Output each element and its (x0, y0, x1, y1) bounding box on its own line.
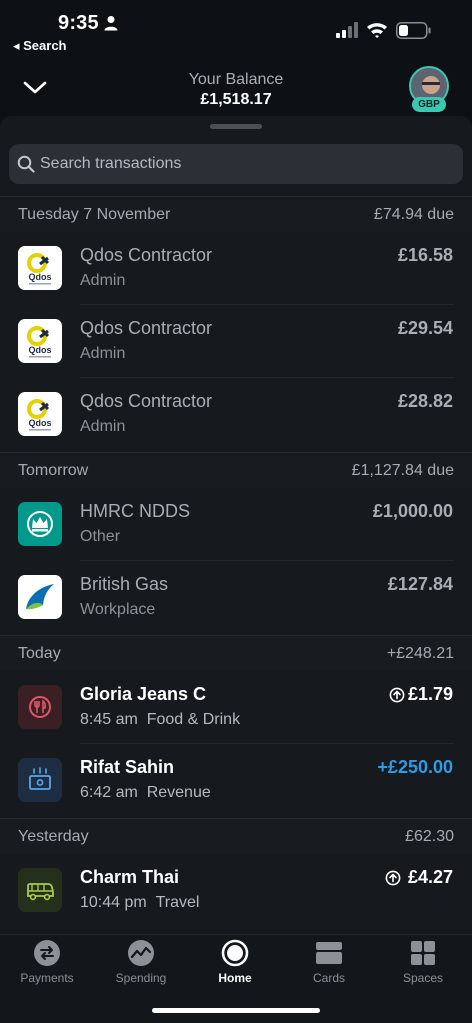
tab-label: Spending (115, 971, 167, 985)
transactions-sheet: Search transactions Tuesday 7 November £… (0, 116, 472, 934)
transaction-category: Other (80, 528, 121, 545)
transaction-row[interactable]: Charm Thai 10:44 pm Travel £4.27 (0, 854, 472, 927)
search-placeholder: Search transactions (40, 155, 182, 172)
transaction-amount: £1.79 (407, 684, 453, 704)
balance-label: Your Balance (188, 71, 284, 88)
section-header-date: Tomorrow £1,127.84 due (0, 452, 472, 488)
tab-label: Home (218, 971, 252, 985)
tab-home[interactable]: Home (188, 935, 282, 995)
currency-badge[interactable]: GBP (412, 97, 446, 112)
spending-icon (128, 940, 154, 966)
battery-icon (396, 22, 431, 39)
section-header-date: Yesterday £62.30 (0, 818, 472, 854)
transaction-time: 10:44 pm (80, 894, 147, 911)
transaction-name: Rifat Sahin (80, 757, 175, 777)
transaction-time: 6:42 am (80, 784, 138, 801)
hmrc-crown-logo-icon (18, 502, 62, 546)
transaction-amount: £4.27 (407, 867, 453, 887)
tab-spaces[interactable]: Spaces (376, 935, 470, 995)
home-indicator[interactable] (152, 1008, 320, 1013)
round-up-icon (385, 870, 401, 886)
transaction-time-category: 6:42 am Revenue (80, 784, 211, 802)
transaction-row[interactable]: Qdos Qdos Contractor Admin £29.54 (0, 305, 472, 378)
transaction-name: Charm Thai (80, 867, 180, 887)
back-to-search-link[interactable]: ◂ Search (13, 38, 67, 54)
svg-text:Qdos: Qdos (28, 272, 51, 282)
balance-value: £1,518.17 (200, 91, 272, 108)
section-header-date: Today +£248.21 (0, 635, 472, 671)
tab-label: Cards (312, 971, 345, 985)
transaction-name: British Gas (80, 574, 169, 594)
transaction-time-category: 8:45 am Food & Drink (80, 711, 240, 729)
transaction-category: Revenue (146, 784, 211, 801)
transaction-time-category: 10:44 pm Travel (80, 894, 199, 912)
status-bar: 9:35 ◂ Search (0, 0, 472, 60)
revenue-icon (18, 758, 62, 802)
transaction-amount: £1,000.00 (372, 501, 453, 521)
transaction-row[interactable]: Rifat Sahin 6:42 am Revenue +£250.00 (0, 744, 472, 817)
cards-icon (316, 942, 342, 964)
food-drink-icon (18, 685, 62, 729)
transaction-category: Workplace (80, 601, 156, 618)
tab-label: Spaces (402, 971, 444, 985)
cellular-signal-icon (336, 22, 358, 38)
transaction-amount: £16.58 (397, 245, 453, 265)
person-icon (104, 16, 118, 31)
transaction-name: Gloria Jeans C (80, 684, 207, 704)
balance-header: Your Balance £1,518.17 GBP (0, 60, 472, 115)
transaction-category: Admin (80, 345, 126, 362)
sheet-grabber[interactable] (210, 124, 262, 129)
wifi-icon (367, 23, 387, 38)
transaction-category: Admin (80, 418, 126, 435)
transaction-amount: +£250.00 (377, 757, 453, 777)
transaction-row[interactable]: HMRC NDDS Other £1,000.00 (0, 488, 472, 561)
search-input[interactable]: Search transactions (9, 144, 463, 184)
section-summary: £74.94 due (373, 206, 454, 223)
search-icon (17, 155, 35, 173)
home-icon (221, 939, 249, 967)
transaction-amount: £29.54 (397, 318, 453, 338)
transaction-category: Travel (155, 894, 200, 911)
section-summary: +£248.21 (386, 645, 454, 662)
status-time: 9:35 (58, 12, 99, 34)
round-up-icon (389, 687, 405, 703)
svg-text:Qdos: Qdos (28, 345, 51, 355)
transaction-row[interactable]: Qdos Qdos Contractor Admin £16.58 (0, 232, 472, 305)
qdos-logo-icon: Qdos (18, 319, 62, 363)
tab-spending[interactable]: Spending (94, 935, 188, 995)
section-date: Tuesday 7 November (18, 206, 171, 223)
section-summary: £62.30 (405, 828, 454, 845)
tab-payments[interactable]: Payments (0, 935, 94, 995)
tab-label: Payments (20, 971, 74, 985)
transaction-row[interactable]: Gloria Jeans C 8:45 am Food & Drink £1.7… (0, 671, 472, 744)
transaction-name: Qdos Contractor (80, 391, 213, 411)
tab-cards[interactable]: Cards (282, 935, 376, 995)
payments-icon (34, 940, 60, 966)
travel-bus-icon (18, 868, 62, 912)
transaction-category: Food & Drink (146, 711, 241, 728)
section-header-date: Tuesday 7 November £74.94 due (0, 196, 472, 232)
transaction-name: HMRC NDDS (80, 501, 190, 521)
spaces-icon (411, 941, 435, 965)
transaction-row[interactable]: Qdos Qdos Contractor Admin £28.82 (0, 378, 472, 451)
transaction-name: Qdos Contractor (80, 245, 213, 265)
transaction-category: Admin (80, 272, 126, 289)
british-gas-logo-icon (18, 575, 62, 619)
section-date: Today (18, 645, 61, 662)
transaction-amount: £127.84 (387, 574, 453, 594)
qdos-logo-icon: Qdos (18, 392, 62, 436)
transaction-amount: £28.82 (397, 391, 453, 411)
section-date: Yesterday (18, 828, 89, 845)
transaction-row[interactable]: British Gas Workplace £127.84 (0, 561, 472, 634)
section-summary: £1,127.84 due (351, 462, 454, 479)
transaction-time: 8:45 am (80, 711, 138, 728)
section-date: Tomorrow (18, 462, 89, 479)
transaction-name: Qdos Contractor (80, 318, 213, 338)
qdos-logo-icon: Qdos (18, 246, 62, 290)
svg-text:Qdos: Qdos (28, 418, 51, 428)
